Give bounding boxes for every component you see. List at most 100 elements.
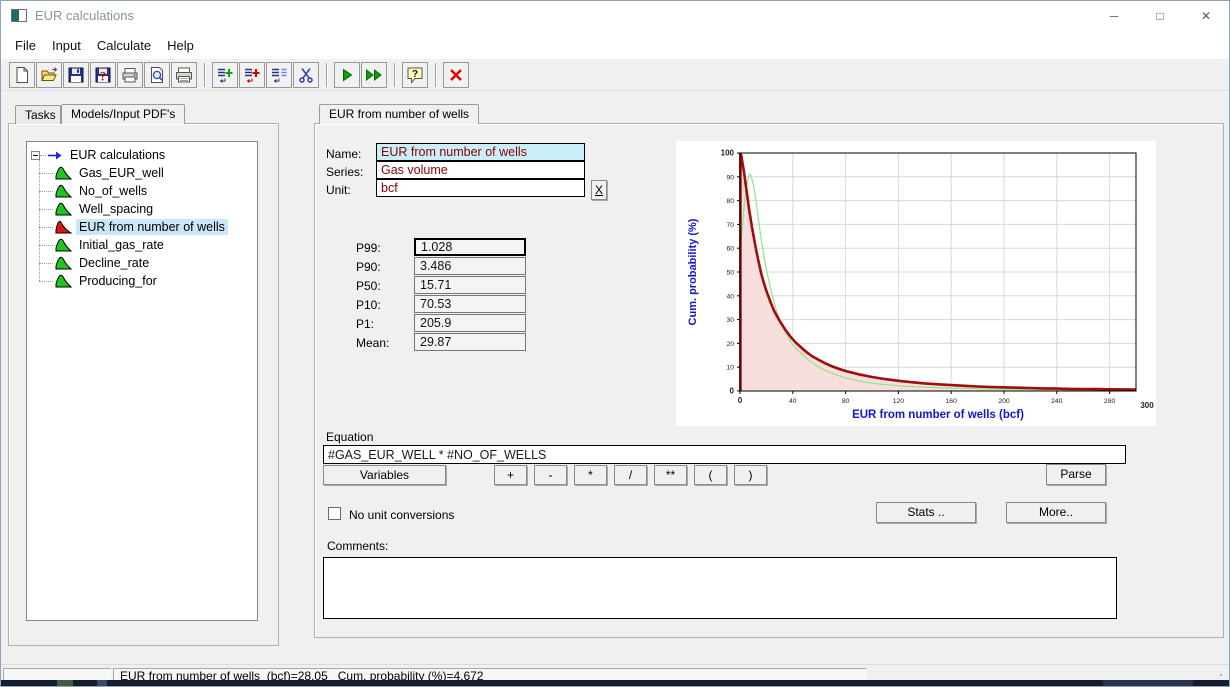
- open-file-button[interactable]: [36, 62, 62, 88]
- model-tree[interactable]: EUR calculations Gas_EUR_well No_of_well…: [26, 141, 258, 621]
- tree-item-producing-for[interactable]: Producing_for: [27, 272, 257, 290]
- name-input[interactable]: [376, 143, 585, 161]
- print-button[interactable]: [117, 62, 143, 88]
- tree-connector-line: [39, 160, 40, 281]
- close-icon: ✕: [1201, 9, 1211, 23]
- run-button[interactable]: [334, 62, 360, 88]
- p50-value[interactable]: [414, 276, 526, 294]
- svg-text:70: 70: [726, 222, 734, 229]
- taskbar-strip: [1, 680, 1229, 686]
- tree-item-no-of-wells[interactable]: No_of_wells: [27, 182, 257, 200]
- toolbar-separator: [435, 63, 437, 87]
- operator-power-button[interactable]: **: [654, 465, 687, 485]
- pdf-distribution-icon: [55, 274, 72, 288]
- arrow-right-icon: [47, 150, 64, 161]
- p10-value[interactable]: [414, 295, 526, 313]
- right-tab-label: EUR from number of wells: [329, 107, 469, 121]
- equation-input[interactable]: [323, 445, 1126, 464]
- toolbar-separator: [326, 63, 328, 87]
- svg-text:120: 120: [893, 398, 905, 405]
- operator-divide-button[interactable]: /: [614, 465, 647, 485]
- save-button[interactable]: [63, 62, 89, 88]
- tree-item-eur-from-number-of-wells[interactable]: EUR from number of wells: [27, 218, 257, 236]
- operator-plus-button[interactable]: +: [494, 465, 527, 485]
- operator-close-paren-button[interactable]: ): [734, 465, 767, 485]
- p1-label: P1:: [356, 317, 374, 331]
- pdf-distribution-icon: [55, 166, 72, 180]
- save-as-button[interactable]: ?: [90, 62, 116, 88]
- no-unit-conversions-checkbox[interactable]: [328, 507, 341, 520]
- p99-value[interactable]: [414, 238, 526, 256]
- print-preview-button[interactable]: [144, 62, 170, 88]
- tree-root-eur-calculations[interactable]: EUR calculations: [27, 146, 257, 164]
- probability-chart[interactable]: 0102030405060708090100040801201602002402…: [676, 141, 1156, 426]
- comments-textarea[interactable]: [323, 557, 1117, 619]
- comments-label: Comments:: [327, 539, 388, 553]
- series-input[interactable]: [376, 161, 585, 179]
- tree-item-well-spacing[interactable]: Well_spacing: [27, 200, 257, 218]
- cut-button[interactable]: [293, 62, 319, 88]
- tab-eur-from-number-of-wells[interactable]: EUR from number of wells: [319, 104, 479, 124]
- pdf-distribution-icon: [55, 238, 72, 252]
- tree-item-gas-eur-well[interactable]: Gas_EUR_well: [27, 164, 257, 182]
- help-icon: ?: [406, 66, 424, 84]
- minimize-button[interactable]: ─: [1091, 1, 1137, 31]
- close-button[interactable]: ✕: [1183, 1, 1229, 31]
- p1-value[interactable]: [414, 314, 526, 332]
- tab-tasks[interactable]: Tasks: [15, 105, 61, 124]
- parse-button[interactable]: Parse: [1046, 464, 1106, 485]
- menu-help[interactable]: Help: [159, 38, 202, 53]
- tab-models-label: Models/Input PDF's: [71, 107, 175, 121]
- add-distribution-alt-button[interactable]: [239, 62, 265, 88]
- distribution-list-icon: [270, 66, 288, 84]
- svg-text:240: 240: [1051, 398, 1063, 405]
- menu-input[interactable]: Input: [44, 38, 89, 53]
- tree-item-initial-gas-rate[interactable]: Initial_gas_rate: [27, 236, 257, 254]
- delete-button[interactable]: [443, 62, 469, 88]
- chart-canvas[interactable]: 0102030405060708090100040801201602002402…: [676, 141, 1156, 426]
- unit-clear-button[interactable]: X: [591, 180, 607, 200]
- tab-models-input-pdfs[interactable]: Models/Input PDF's: [61, 104, 185, 124]
- svg-text:160: 160: [946, 398, 958, 405]
- mean-label: Mean:: [356, 336, 389, 350]
- maximize-button[interactable]: □: [1137, 1, 1183, 31]
- svg-text:200: 200: [998, 398, 1010, 405]
- tree-item-decline-rate[interactable]: Decline_rate: [27, 254, 257, 272]
- new-document-button[interactable]: [9, 62, 35, 88]
- cut-icon: [297, 66, 315, 84]
- variables-button[interactable]: Variables: [323, 465, 446, 485]
- operator-multiply-button[interactable]: *: [574, 465, 607, 485]
- open-file-icon: [40, 66, 58, 84]
- stats-button[interactable]: Stats ..: [876, 502, 976, 523]
- p90-label: P90:: [356, 260, 381, 274]
- print-setup-icon: [175, 66, 193, 84]
- help-button[interactable]: ?: [402, 62, 428, 88]
- svg-text:Cum. probability (%): Cum. probability (%): [687, 218, 699, 325]
- save-icon: [67, 66, 85, 84]
- svg-text:50: 50: [726, 270, 734, 277]
- menu-file[interactable]: File: [7, 38, 44, 53]
- mean-value[interactable]: [414, 333, 526, 351]
- more-button[interactable]: More..: [1006, 502, 1106, 523]
- tree-item-label: Decline_rate: [76, 255, 152, 271]
- svg-text:?: ?: [412, 69, 418, 80]
- add-distribution-button[interactable]: [212, 62, 238, 88]
- window-title: EUR calculations: [35, 1, 134, 31]
- title-bar: EUR calculations ─ □ ✕: [1, 1, 1229, 31]
- run-all-button[interactable]: [361, 62, 387, 88]
- operator-open-paren-button[interactable]: (: [694, 465, 727, 485]
- tree-root-label: EUR calculations: [67, 147, 168, 163]
- p90-value[interactable]: [414, 257, 526, 275]
- print-setup-button[interactable]: [171, 62, 197, 88]
- svg-text:10: 10: [726, 365, 734, 372]
- p10-label: P10:: [356, 298, 381, 312]
- svg-text:80: 80: [842, 398, 850, 405]
- svg-text:EUR from number of wells (bcf: EUR from number of wells (bcf): [852, 409, 1024, 421]
- unit-input[interactable]: [376, 179, 585, 197]
- collapse-icon[interactable]: [31, 151, 40, 160]
- menu-calculate[interactable]: Calculate: [89, 38, 159, 53]
- pdf-distribution-icon: [55, 202, 72, 216]
- distribution-list-button[interactable]: [266, 62, 292, 88]
- operator-minus-button[interactable]: -: [534, 465, 567, 485]
- tree-item-label: Initial_gas_rate: [76, 237, 167, 253]
